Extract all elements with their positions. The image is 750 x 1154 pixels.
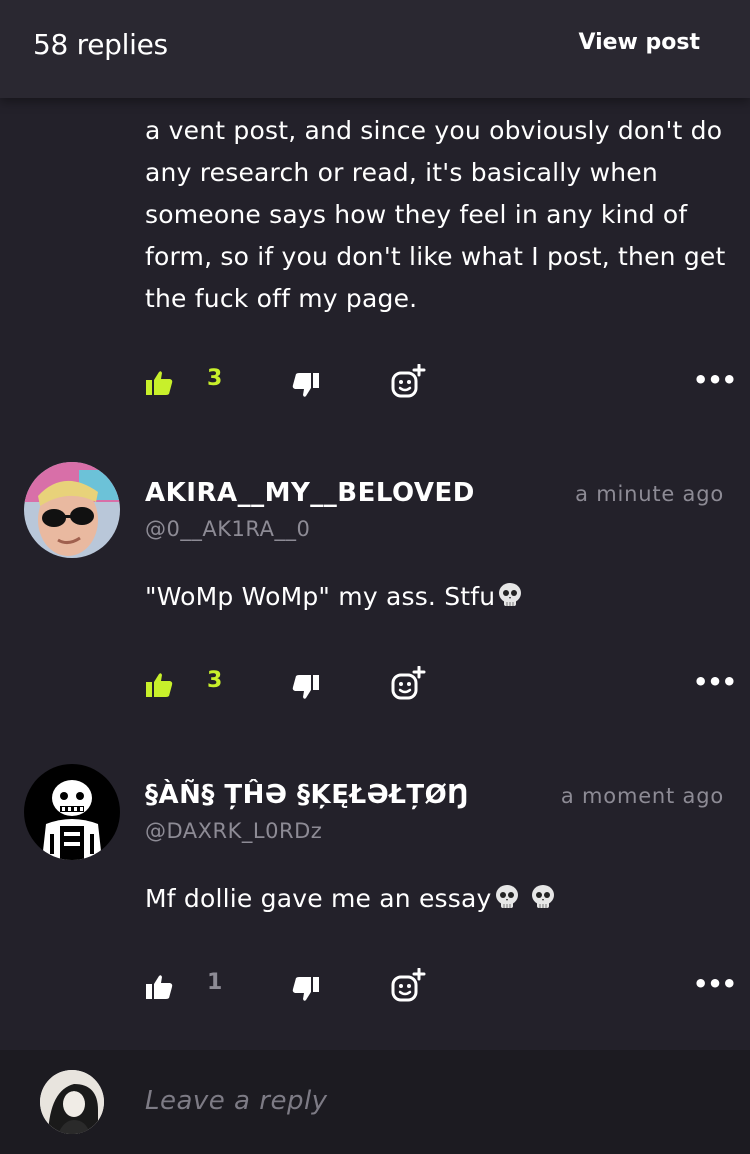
current-user-avatar[interactable]: [40, 1070, 104, 1134]
reply-bar: Leave a reply: [0, 1050, 750, 1154]
username[interactable]: AKIRA__MY__BELOVED: [145, 478, 475, 508]
timestamp: a moment ago: [560, 784, 724, 808]
thumbs-up-icon[interactable]: [145, 672, 173, 698]
like-count: 3: [207, 366, 223, 391]
comment-text-content: "WoMp WoMp" my ass. Stfu: [145, 582, 496, 611]
more-dots-icon[interactable]: •••: [693, 670, 737, 700]
comment-text: "WoMp WoMp" my ass. Stfu: [145, 582, 523, 611]
skull-emoji: [499, 583, 522, 606]
add-reaction-icon[interactable]: [390, 364, 426, 400]
more-dots-icon[interactable]: •••: [693, 972, 737, 1002]
username[interactable]: §ÀÑ§ ȚĤƏ §ĶĘŁƏŁȚØŊ: [145, 780, 470, 810]
view-post-button[interactable]: View post: [578, 30, 700, 55]
reply-input[interactable]: Leave a reply: [145, 1086, 328, 1116]
comment-text-content: Mf dollie gave me an essay: [145, 884, 492, 913]
user-handle: @DAXRK_L0RDz: [145, 819, 323, 843]
skull-emoji: [495, 885, 518, 908]
thumbs-up-icon[interactable]: [145, 974, 173, 1000]
thumbs-down-icon[interactable]: [292, 976, 320, 1002]
comment-actions: 3 •••: [145, 364, 737, 404]
timestamp: a minute ago: [575, 482, 724, 506]
user-handle: @0__AK1RA__0: [145, 517, 311, 541]
comment-text: Mf dollie gave me an essay: [145, 884, 556, 913]
comment-actions: 3 •••: [145, 666, 737, 706]
comment-text: a vent post, and since you obviously don…: [145, 116, 726, 313]
like-count: 3: [207, 668, 223, 693]
add-reaction-icon[interactable]: [390, 666, 426, 702]
replies-count: 58 replies: [33, 28, 168, 61]
thumbs-down-icon[interactable]: [292, 372, 320, 398]
avatar[interactable]: [24, 462, 120, 558]
thumbs-up-icon[interactable]: [145, 370, 173, 396]
avatar[interactable]: [24, 764, 120, 860]
more-dots-icon[interactable]: •••: [693, 368, 737, 398]
top-bar: 58 replies View post: [0, 0, 750, 98]
like-count: 1: [207, 970, 223, 995]
comment-actions: 1 •••: [145, 968, 737, 1008]
add-reaction-icon[interactable]: [390, 968, 426, 1004]
thumbs-down-icon[interactable]: [292, 674, 320, 700]
skull-emoji: [531, 885, 554, 908]
